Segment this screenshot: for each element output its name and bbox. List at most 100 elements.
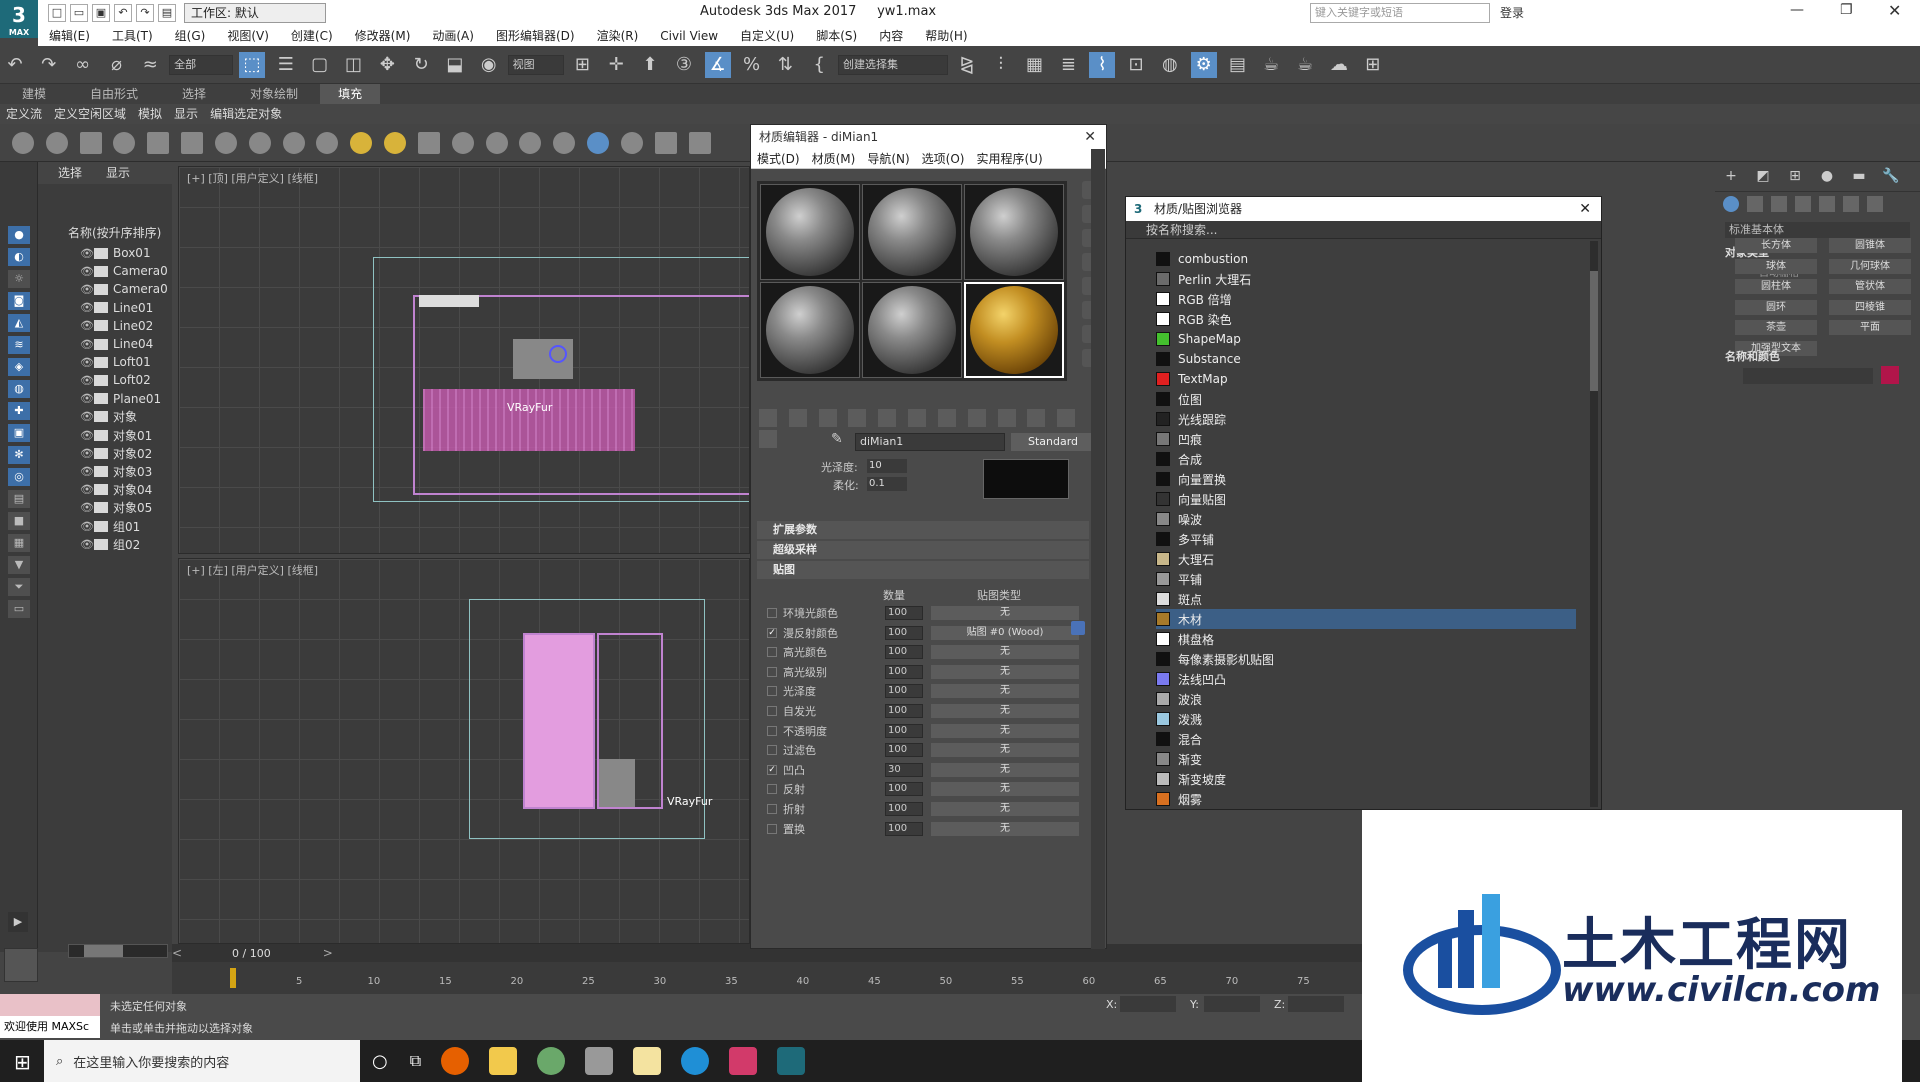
rotate-icon[interactable]: ↻ bbox=[408, 52, 434, 78]
viewport-layout-icon[interactable] bbox=[4, 948, 38, 982]
browser-map-item[interactable]: 法线凹凸 bbox=[1156, 669, 1576, 689]
app-icon[interactable] bbox=[585, 1047, 614, 1075]
browser-map-item[interactable]: 波浪 bbox=[1156, 689, 1576, 709]
scene-item[interactable]: 👁 Box01 bbox=[80, 244, 151, 262]
display-hidden-icon[interactable]: ◎ bbox=[8, 468, 30, 486]
scene-item[interactable]: 👁 Camera0 bbox=[80, 262, 168, 280]
browser-map-item[interactable]: Perlin 大理石 bbox=[1156, 269, 1576, 289]
material-id-icon[interactable] bbox=[967, 409, 986, 427]
map-slot-button[interactable]: 贴图 #0 (Wood) bbox=[931, 625, 1079, 640]
visibility-eye-icon[interactable]: 👁 bbox=[80, 465, 94, 478]
map-enable-checkbox[interactable] bbox=[767, 608, 777, 618]
menu-item[interactable]: 渲染(R) bbox=[597, 26, 639, 46]
camera-icon[interactable] bbox=[147, 132, 170, 154]
named-selection-dropdown[interactable]: 创建选择集 bbox=[838, 55, 949, 75]
visibility-eye-icon[interactable]: 👁 bbox=[80, 283, 94, 296]
geometry-icon[interactable] bbox=[1723, 196, 1739, 212]
get-material-icon[interactable] bbox=[759, 409, 777, 427]
rollout-extended-params[interactable]: 扩展参数 bbox=[757, 521, 1089, 539]
undo-icon[interactable]: ↶ bbox=[114, 4, 132, 22]
sun-icon[interactable] bbox=[350, 132, 373, 154]
primitive-button[interactable]: 长方体 bbox=[1735, 238, 1817, 253]
map-slot-button[interactable]: 无 bbox=[931, 782, 1079, 797]
time-marker[interactable] bbox=[230, 968, 236, 988]
task-view-icon[interactable]: ⧉ bbox=[410, 1051, 421, 1071]
map-slot-button[interactable]: 无 bbox=[931, 704, 1079, 718]
material-slot[interactable] bbox=[760, 282, 860, 378]
x-coordinate-field[interactable] bbox=[1120, 996, 1176, 1012]
rendered-frame-icon[interactable]: ▤ bbox=[1225, 52, 1251, 78]
viewport-top-label[interactable]: [+] [顶] [用户定义] [线框] bbox=[187, 170, 318, 186]
app-icon[interactable] bbox=[537, 1047, 566, 1075]
place-icon[interactable]: ◉ bbox=[476, 52, 502, 78]
visibility-eye-icon[interactable]: 👁 bbox=[80, 374, 94, 387]
display-xrefs-icon[interactable]: ◍ bbox=[8, 380, 30, 398]
close-icon[interactable]: ✕ bbox=[1084, 125, 1096, 149]
map-enable-checkbox[interactable] bbox=[767, 686, 777, 697]
map-slot-button[interactable]: 无 bbox=[931, 684, 1079, 699]
spinner-snap-icon[interactable]: ⇅ bbox=[772, 52, 798, 78]
menu-item[interactable]: 动画(A) bbox=[432, 26, 474, 46]
browser-map-item[interactable]: Substance bbox=[1156, 349, 1576, 369]
scene-item[interactable]: 👁 组01 bbox=[80, 517, 140, 535]
browser-scrollbar[interactable] bbox=[1590, 241, 1598, 807]
ribbon-tab[interactable]: 建模 bbox=[22, 84, 46, 104]
ribbon-toggle-icon[interactable]: ≣ bbox=[1055, 52, 1081, 78]
map-amount-spinner[interactable]: 100 bbox=[885, 684, 923, 699]
maxscript-listener[interactable] bbox=[0, 994, 100, 1016]
visibility-eye-icon[interactable]: 👁 bbox=[80, 301, 94, 314]
scene-item[interactable]: 👁 对象 bbox=[80, 408, 137, 426]
browser-map-item[interactable]: 混合 bbox=[1156, 729, 1576, 749]
display-shapes-icon[interactable]: ◐ bbox=[8, 248, 30, 266]
spacewarps-icon[interactable] bbox=[1843, 196, 1859, 212]
browser-map-item[interactable]: RGB 染色 bbox=[1156, 309, 1576, 329]
browser-map-item[interactable]: 泼溅 bbox=[1156, 709, 1576, 729]
material-editor-icon[interactable]: ◍ bbox=[1157, 52, 1183, 78]
visibility-eye-icon[interactable]: 👁 bbox=[80, 483, 94, 496]
browser-map-item[interactable]: TextMap bbox=[1156, 369, 1576, 389]
browser-map-item[interactable]: 斑点 bbox=[1156, 589, 1576, 609]
map-enable-checkbox[interactable] bbox=[767, 823, 777, 834]
render-iterative-icon[interactable]: ☕ bbox=[1292, 52, 1318, 78]
render-icon[interactable]: ☕ bbox=[1258, 52, 1284, 78]
light-icon[interactable] bbox=[113, 132, 136, 154]
map-slot-button[interactable]: 无 bbox=[931, 802, 1079, 816]
visibility-eye-icon[interactable]: 👁 bbox=[80, 338, 94, 351]
display-helpers-icon[interactable]: ◭ bbox=[8, 314, 30, 332]
edit-named-sets-icon[interactable]: { bbox=[806, 52, 832, 78]
explorer-column-header[interactable]: 名称(按升序排序) bbox=[68, 224, 161, 241]
go-to-parent-icon[interactable] bbox=[1057, 409, 1076, 427]
go-forward-icon[interactable] bbox=[759, 430, 777, 448]
browser-map-item[interactable]: 凹痕 bbox=[1156, 429, 1576, 449]
convert-material-icon[interactable] bbox=[654, 132, 677, 154]
map-amount-spinner[interactable]: 100 bbox=[885, 625, 923, 640]
restore-icon[interactable]: ❐ bbox=[1840, 2, 1853, 18]
material-name-field[interactable]: diMian1 bbox=[855, 433, 1005, 451]
browser-map-item[interactable]: combustion bbox=[1156, 249, 1576, 269]
map-amount-spinner[interactable]: 100 bbox=[885, 802, 923, 816]
ribbon-sub-item[interactable]: 显示 bbox=[174, 104, 198, 124]
create-tab-icon[interactable]: + bbox=[1721, 168, 1741, 186]
filter-icon[interactable]: ▼ bbox=[8, 556, 30, 574]
copy-material-icon[interactable] bbox=[878, 409, 897, 427]
browser-map-item[interactable]: 烟雾 bbox=[1156, 789, 1576, 809]
visibility-eye-icon[interactable]: 👁 bbox=[80, 520, 94, 533]
map-slot-button[interactable]: 无 bbox=[931, 743, 1079, 758]
redo-icon[interactable]: ↷ bbox=[36, 52, 62, 78]
ies-light-icon[interactable] bbox=[316, 132, 339, 154]
map-options-icon[interactable] bbox=[1071, 621, 1085, 635]
render-setup-icon[interactable]: ⚙ bbox=[1190, 52, 1217, 78]
map-amount-spinner[interactable]: 100 bbox=[885, 821, 923, 836]
angle-snap-icon[interactable]: ∡ bbox=[704, 52, 731, 78]
cortana-icon[interactable]: ○ bbox=[372, 1051, 388, 1072]
scene-item[interactable]: 👁 Loft01 bbox=[80, 353, 151, 371]
hierarchy-tab-icon[interactable]: ⊞ bbox=[1785, 168, 1805, 186]
ribbon-tab[interactable]: 对象绘制 bbox=[250, 84, 298, 104]
minimize-icon[interactable]: — bbox=[1790, 2, 1804, 18]
material-editor-menu-item[interactable]: 实用程序(U) bbox=[976, 149, 1042, 169]
visibility-eye-icon[interactable]: 👁 bbox=[80, 247, 94, 260]
menu-item[interactable]: 工具(T) bbox=[112, 26, 153, 46]
mirror-icon[interactable]: ⧎ bbox=[954, 52, 980, 78]
edge-icon[interactable] bbox=[681, 1047, 710, 1075]
make-unique-icon[interactable] bbox=[908, 409, 927, 427]
